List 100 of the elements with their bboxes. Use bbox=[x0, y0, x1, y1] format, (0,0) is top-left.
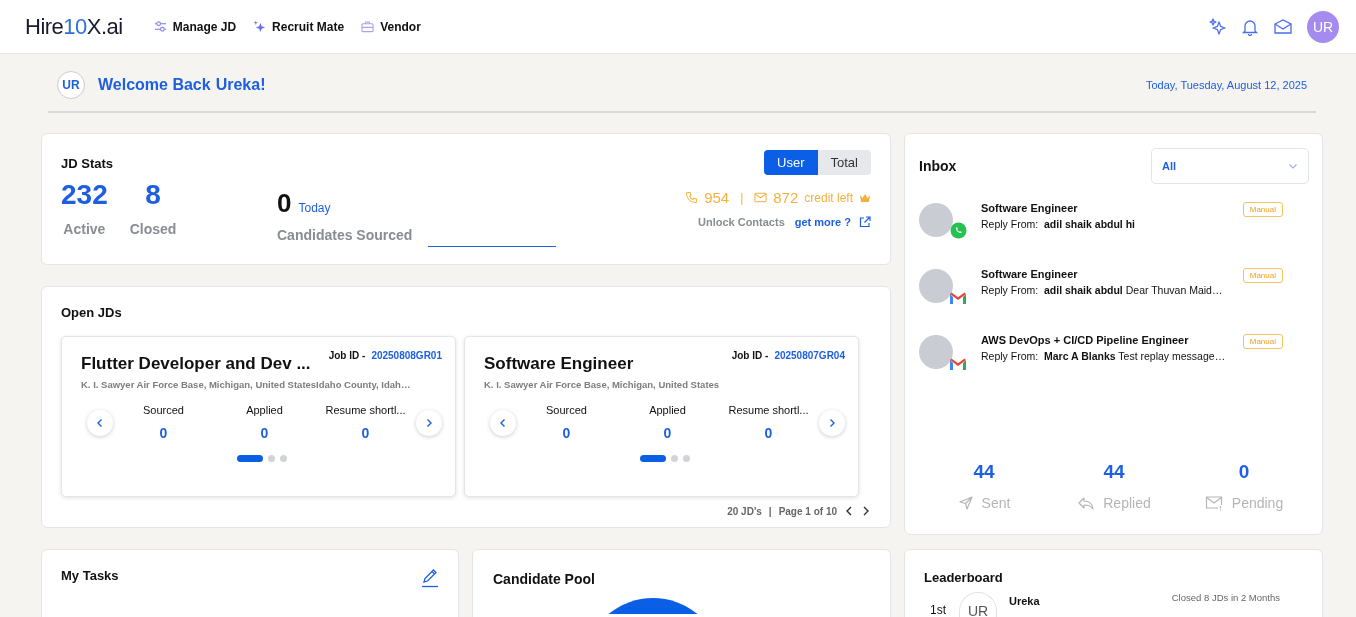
card-title: Inbox bbox=[919, 158, 957, 174]
summary-count: 0 bbox=[1238, 461, 1250, 483]
stat-value: 0 bbox=[277, 188, 292, 219]
separator-text: | bbox=[740, 190, 744, 205]
status-tag: Manual bbox=[1242, 268, 1283, 283]
summary-count: 44 bbox=[1103, 461, 1125, 483]
user-name: Ureka! bbox=[215, 76, 266, 94]
status-tag: Manual bbox=[1242, 334, 1283, 349]
stat-label: Closed bbox=[129, 221, 177, 237]
chat-bubble-icon bbox=[950, 222, 967, 239]
metric-value: 0 bbox=[260, 425, 269, 441]
briefcase-icon bbox=[361, 20, 375, 33]
stat-value: 8 bbox=[145, 179, 161, 211]
send-icon bbox=[957, 495, 974, 511]
summary-label: Pending bbox=[1231, 495, 1284, 511]
user-name: Ureka bbox=[1009, 595, 1040, 607]
metric-value: 0 bbox=[361, 425, 370, 441]
message-title[interactable]: Software Engineer bbox=[981, 268, 1243, 280]
message-preview: Reply From: adil shaik abdul hi bbox=[981, 218, 1137, 230]
mail-icon bbox=[949, 357, 967, 371]
period-label: Today bbox=[298, 201, 331, 215]
message-title[interactable]: AWS DevOps + CI/CD Pipeline Engineer bbox=[981, 334, 1243, 346]
bell-icon[interactable] bbox=[1241, 17, 1259, 36]
nav-link[interactable]: Recruit Mate bbox=[253, 19, 345, 34]
mail-icon bbox=[949, 291, 967, 305]
job-card[interactable]: Software Engineer Job ID - 20250807GR04 K. I. Sawyer Air Force Base, Michigan, United States Sourced 0 Applied 0 Resume shortl... 0 bbox=[464, 336, 859, 497]
chevron-right-icon[interactable] bbox=[861, 505, 871, 517]
stat-label: Candidates Sourced bbox=[277, 227, 413, 243]
card-title: Candidate Pool bbox=[493, 571, 596, 587]
envelope-icon[interactable] bbox=[1273, 17, 1293, 36]
job-title: Software Engineer bbox=[484, 354, 634, 374]
job-title: Flutter Developer and Dev ... bbox=[81, 354, 311, 374]
message-title[interactable]: Software Engineer bbox=[981, 202, 1243, 214]
get-more-link[interactable]: get more ? bbox=[794, 216, 851, 228]
card-title: JD Stats bbox=[61, 156, 115, 171]
job-id-label: Job ID - bbox=[731, 350, 769, 361]
metric-value: 0 bbox=[159, 425, 168, 441]
message-preview: Reply From: Marc A Blanks Test replay message… bbox=[981, 350, 1227, 362]
jd-count: 20 JD's bbox=[727, 505, 762, 517]
metric-label: Sourced bbox=[546, 404, 587, 416]
credit-label: credit left bbox=[804, 190, 853, 205]
welcome-text: Welcome Back bbox=[98, 76, 211, 94]
summary-label: Replied bbox=[1103, 495, 1151, 511]
crown-icon bbox=[859, 192, 871, 203]
toggle-tab[interactable]: User bbox=[764, 150, 818, 175]
sliders-icon bbox=[153, 20, 167, 33]
metric-label: Resume shortl... bbox=[728, 404, 809, 416]
sparkle-icon bbox=[253, 20, 267, 33]
chevron-down-icon bbox=[1288, 162, 1298, 170]
filter-dropdown[interactable]: All bbox=[1151, 148, 1309, 184]
sparkle-icon[interactable] bbox=[1209, 17, 1227, 36]
toggle-tab[interactable]: Total bbox=[817, 150, 871, 175]
chevron-left-icon[interactable] bbox=[844, 505, 854, 517]
chevron-left-icon bbox=[96, 417, 104, 428]
credit-count: 954 bbox=[704, 189, 730, 206]
metric-value: 0 bbox=[764, 425, 773, 441]
job-id: 20250807GR04 bbox=[774, 350, 845, 361]
edit-icon[interactable] bbox=[421, 568, 439, 588]
job-card[interactable]: Flutter Developer and Dev ... Job ID - 20250808GR01 K. I. Sawyer Air Force Base, Michigan, United StatesIdaho County, Idah… Sourced 0 Applied 0 Resume shortl... 0 bbox=[61, 336, 456, 497]
page-dot[interactable] bbox=[279, 455, 287, 462]
rank-label: 1st bbox=[930, 603, 946, 617]
separator-text: | bbox=[768, 505, 772, 517]
metric-label: Applied bbox=[649, 404, 686, 416]
metric-label: Resume shortl... bbox=[325, 404, 406, 416]
job-location: K. I. Sawyer Air Force Base, Michigan, United States bbox=[484, 379, 721, 390]
metric-value: 0 bbox=[562, 425, 571, 441]
stat-value: 232 bbox=[61, 179, 108, 211]
chevron-right-icon bbox=[425, 417, 433, 428]
job-location: K. I. Sawyer Air Force Base, Michigan, United StatesIdaho County, Idah… bbox=[81, 379, 412, 390]
photo-placeholder bbox=[919, 335, 953, 369]
credit-count: 872 bbox=[773, 189, 799, 206]
job-id-label: Job ID - bbox=[328, 350, 366, 361]
achievement-text: Closed 8 JDs in 2 Months bbox=[1171, 592, 1280, 603]
stat-label: Active bbox=[63, 221, 106, 237]
user-avatar: UR bbox=[57, 71, 85, 99]
summary-label: Sent bbox=[981, 495, 1011, 511]
chevron-right-icon bbox=[828, 417, 836, 428]
page-dot[interactable] bbox=[682, 455, 690, 462]
message-preview: Reply From: adil shaik abdul Dear Thuvan Maid… bbox=[981, 284, 1224, 296]
card-title: Leaderboard bbox=[924, 570, 1003, 585]
page-dot[interactable] bbox=[670, 455, 678, 462]
summary-count: 44 bbox=[973, 461, 995, 483]
chevron-left-icon bbox=[499, 417, 507, 428]
phone-icon bbox=[685, 191, 699, 204]
metric-label: Applied bbox=[246, 404, 283, 416]
job-id: 20250808GR01 bbox=[371, 350, 442, 361]
card-title: Open JDs bbox=[61, 305, 123, 320]
metric-label: Sourced bbox=[143, 404, 184, 416]
date-text: Today, Tuesday, August 12, 2025 bbox=[1145, 79, 1307, 91]
logo[interactable]: Hire10X.ai bbox=[25, 13, 123, 40]
nav-link[interactable]: Manage JD bbox=[153, 19, 237, 34]
nav-link[interactable]: Vendor bbox=[361, 19, 421, 34]
external-link-icon[interactable] bbox=[859, 216, 871, 228]
reply-icon bbox=[1077, 495, 1096, 511]
photo-placeholder bbox=[919, 269, 953, 303]
page-dot[interactable] bbox=[267, 455, 275, 462]
metric-value: 0 bbox=[663, 425, 672, 441]
photo-placeholder bbox=[919, 203, 953, 237]
page-indicator: Page 1 of 10 bbox=[778, 505, 837, 517]
envelope-icon bbox=[754, 192, 768, 203]
